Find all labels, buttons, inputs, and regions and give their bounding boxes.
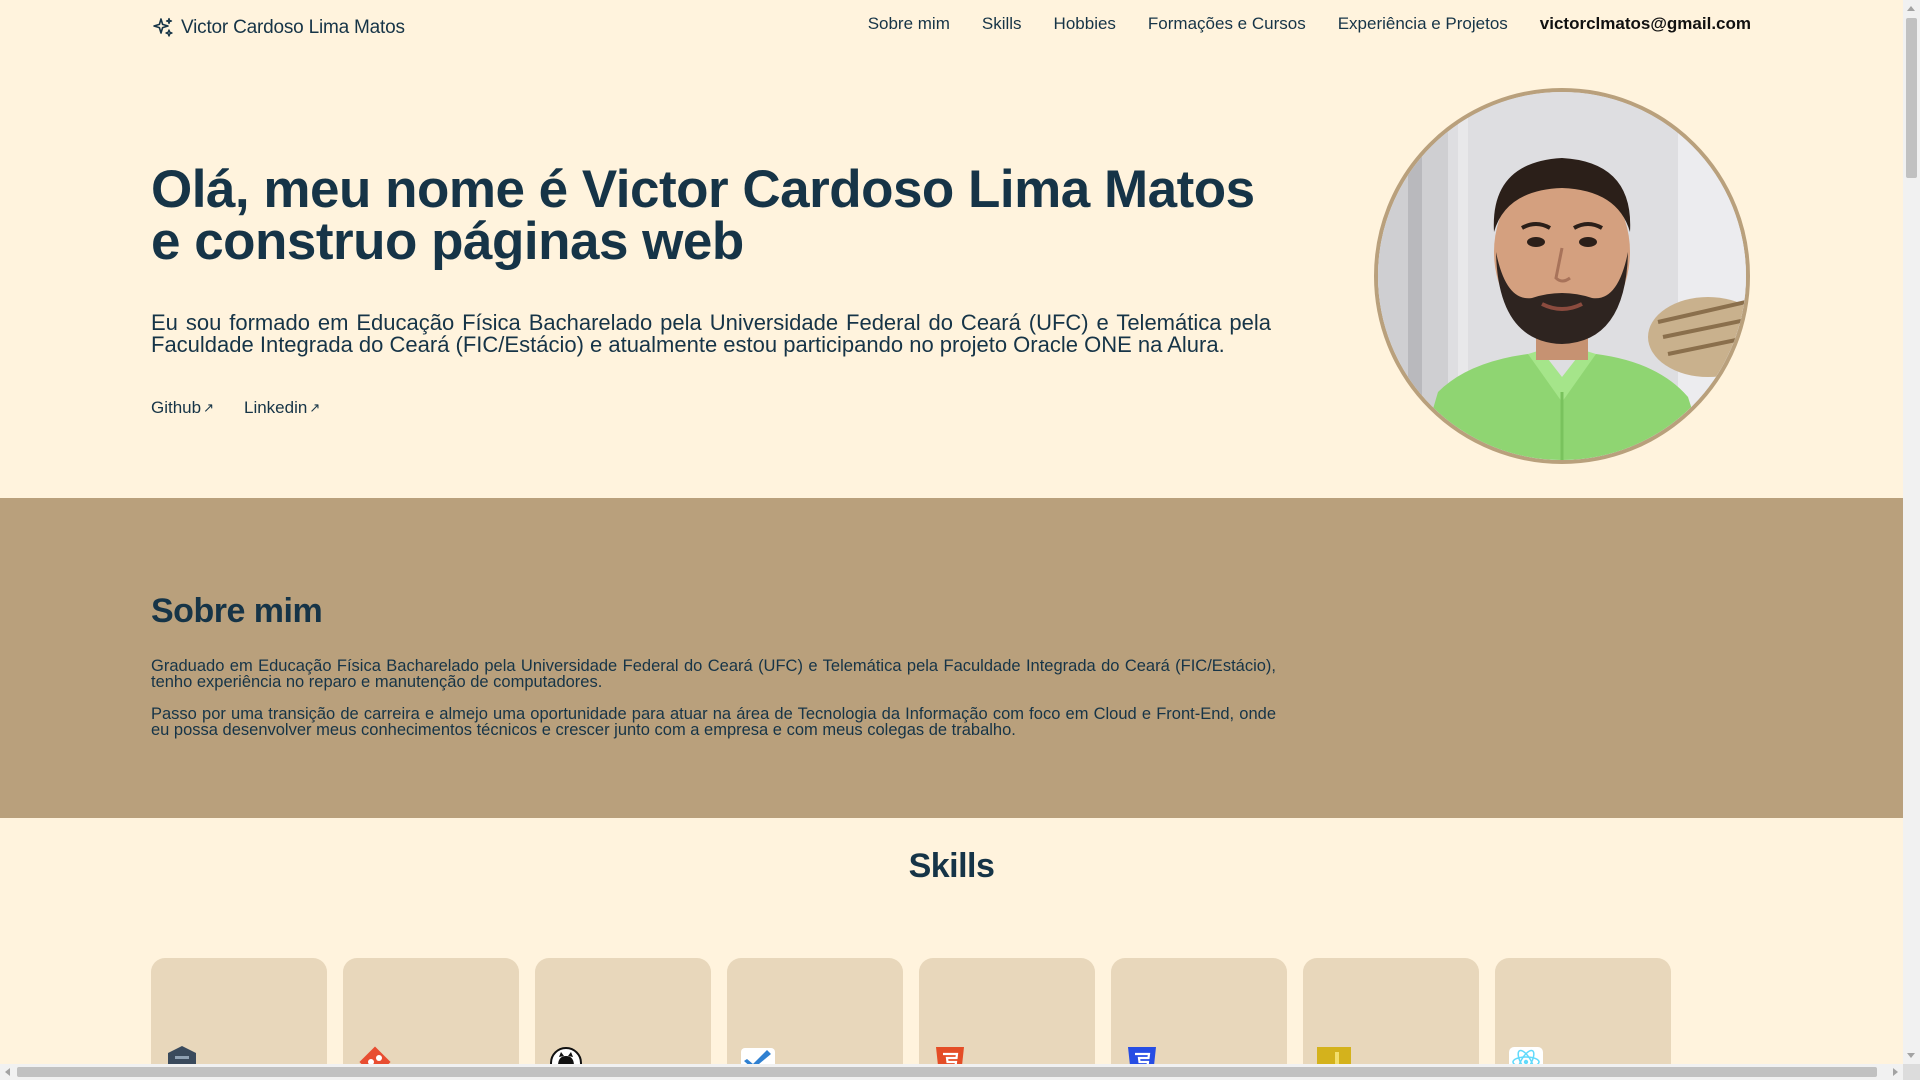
sparkles-icon	[153, 17, 173, 37]
hero-title: Olá, meu nome é Victor Cardoso Lima Mato…	[151, 163, 1281, 271]
skill-card[interactable]	[535, 958, 711, 1064]
nav-link-skills[interactable]: Skills	[982, 14, 1022, 34]
javascript-icon	[1317, 1047, 1351, 1064]
page-viewport: Victor Cardoso Lima Matos Sobre mim Skil…	[0, 0, 1903, 1064]
external-link-icon: ↗	[203, 400, 214, 415]
hero-title-line1: Olá, meu nome é Victor Cardoso Lima Mato…	[151, 160, 1255, 219]
profile-photo-illustration	[1378, 92, 1746, 460]
git-icon	[359, 1046, 391, 1064]
nav-link-courses[interactable]: Formações e Cursos	[1148, 14, 1306, 34]
linkedin-link[interactable]: Linkedin ↗	[244, 398, 320, 418]
skill-card[interactable]	[151, 958, 327, 1064]
vscode-icon	[741, 1048, 775, 1064]
site-header: Victor Cardoso Lima Matos Sobre mim Skil…	[0, 0, 1903, 56]
hero-description: Eu sou formado em Educação Física Bachar…	[151, 310, 1271, 357]
scroll-right-arrow-icon[interactable]	[1893, 1068, 1898, 1076]
skill-card[interactable]	[919, 958, 1095, 1064]
hero-title-line2: e construo páginas web	[151, 212, 744, 271]
skill-card[interactable]	[1495, 958, 1671, 1064]
skill-cards	[151, 958, 1671, 1064]
brand[interactable]: Victor Cardoso Lima Matos	[151, 16, 405, 40]
skills-heading: Skills	[908, 847, 995, 885]
social-links: Github ↗ Linkedin ↗	[151, 398, 320, 418]
github-link-label: Github	[151, 398, 202, 417]
skills-section: Skills	[0, 818, 1903, 1064]
about-section: Sobre mim Graduado em Educação Física Ba…	[0, 498, 1903, 818]
scroll-left-arrow-icon[interactable]	[5, 1068, 10, 1076]
about-heading: Sobre mim	[151, 592, 323, 630]
scroll-down-arrow-icon[interactable]	[1907, 1053, 1915, 1058]
skill-card[interactable]	[1111, 958, 1287, 1064]
nav-link-hobbies[interactable]: Hobbies	[1054, 14, 1116, 34]
horizontal-scrollbar[interactable]	[0, 1064, 1903, 1080]
nav-link-email[interactable]: victorclmatos@gmail.com	[1540, 14, 1751, 34]
nav-link-about[interactable]: Sobre mim	[868, 14, 950, 34]
hero-section: Olá, meu nome é Victor Cardoso Lima Mato…	[0, 56, 1903, 498]
css3-icon	[1128, 1047, 1156, 1064]
vertical-scroll-thumb[interactable]	[1906, 18, 1917, 178]
react-icon	[1509, 1047, 1543, 1064]
scrollbar-corner	[1903, 1064, 1920, 1080]
about-paragraph: Graduado em Educação Física Bacharelado …	[151, 657, 1276, 691]
skill-card[interactable]	[1303, 958, 1479, 1064]
oracle-cloud-icon	[168, 1046, 196, 1064]
skill-card[interactable]	[343, 958, 519, 1064]
vertical-scrollbar[interactable]	[1903, 0, 1920, 1064]
brand-name: Victor Cardoso Lima Matos	[181, 17, 405, 38]
skill-card[interactable]	[727, 958, 903, 1064]
nav-link-experience[interactable]: Experiência e Projetos	[1338, 14, 1508, 34]
github-link[interactable]: Github ↗	[151, 398, 214, 418]
profile-photo	[1374, 88, 1750, 464]
linkedin-link-label: Linkedin	[244, 398, 308, 417]
scroll-up-arrow-icon[interactable]	[1907, 6, 1915, 11]
html5-icon	[936, 1047, 964, 1064]
about-paragraph: Passo por uma transição de carreira e al…	[151, 705, 1276, 739]
horizontal-scroll-thumb[interactable]	[17, 1067, 1877, 1077]
github-icon	[550, 1047, 582, 1064]
external-link-icon: ↗	[309, 400, 321, 415]
main-nav: Sobre mim Skills Hobbies Formações e Cur…	[868, 14, 1751, 34]
